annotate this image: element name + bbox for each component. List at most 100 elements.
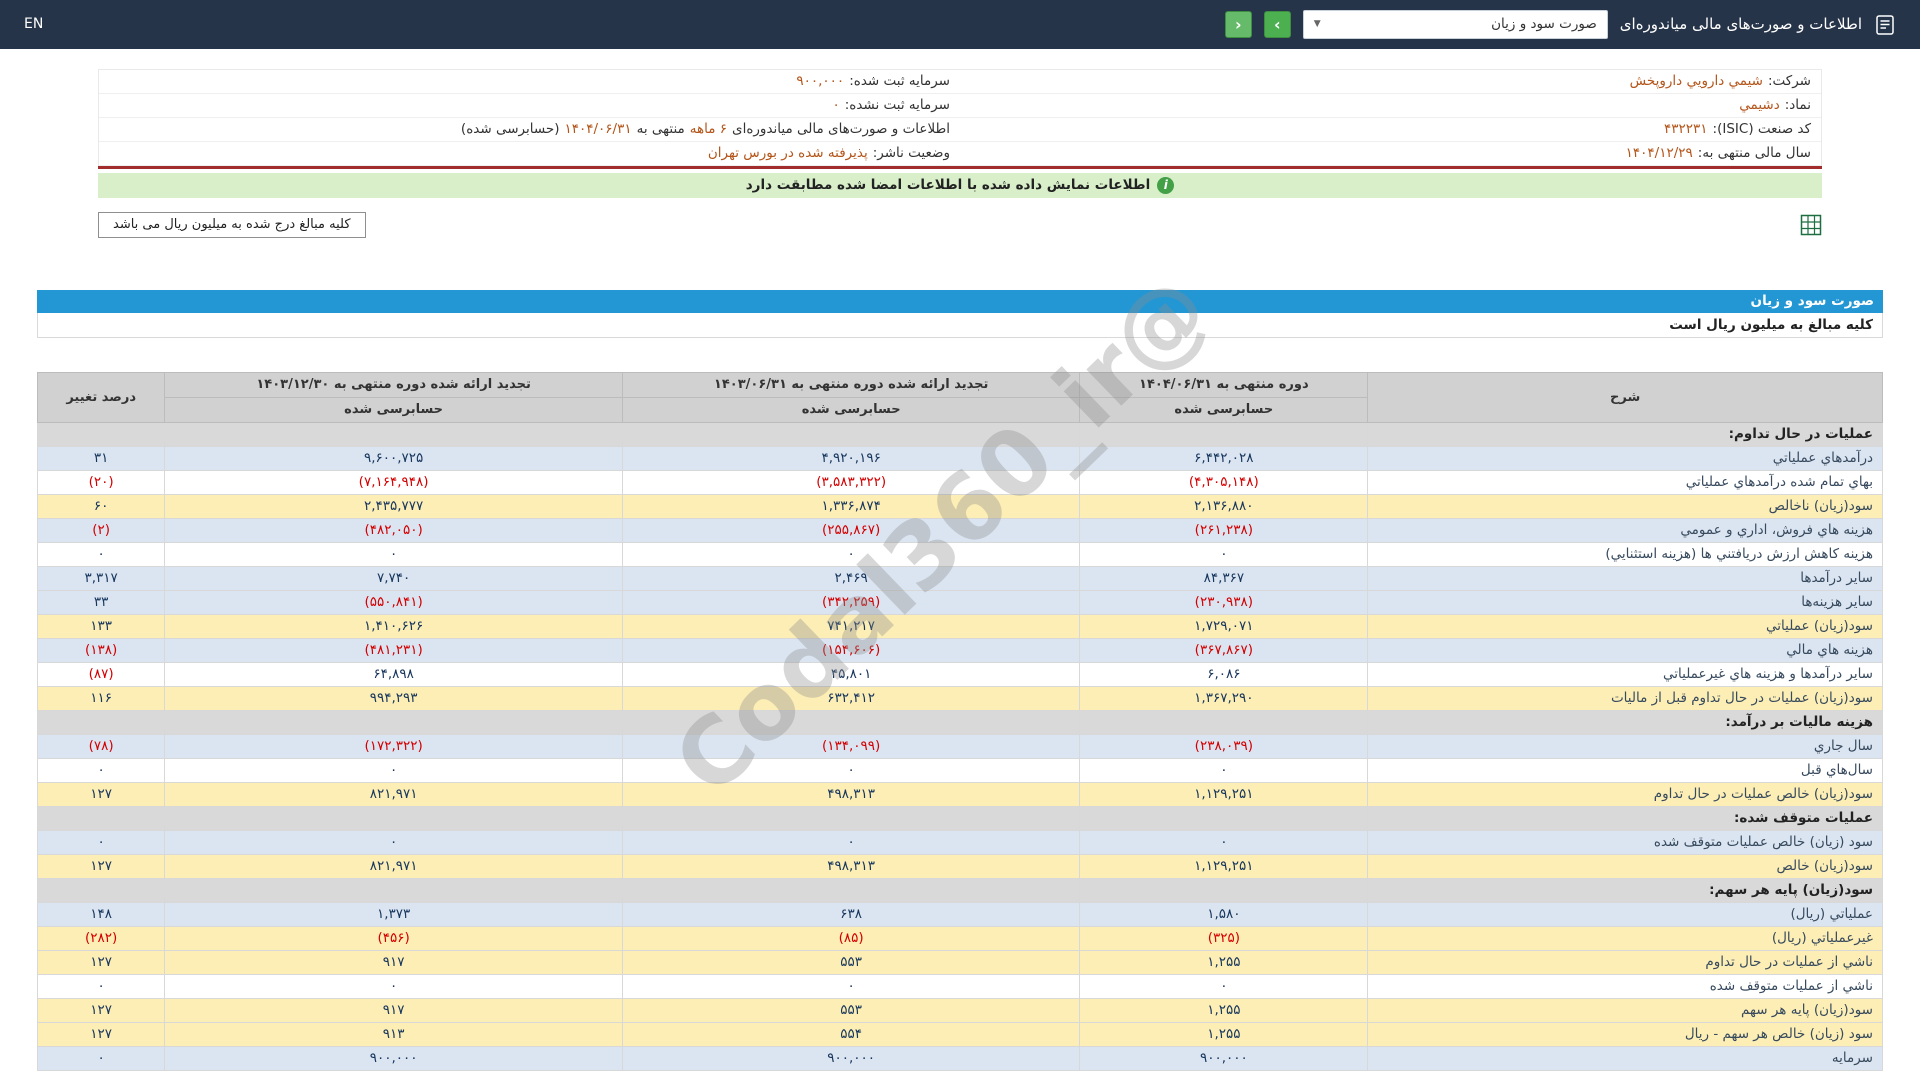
cell-value bbox=[621, 878, 1081, 904]
cell-value: (۴۸۲,۰۵۰) bbox=[164, 518, 623, 544]
language-toggle-en[interactable]: EN bbox=[24, 16, 43, 34]
cell-value: ۰ bbox=[36, 542, 166, 568]
statement-title-bar: صورت سود و زیان bbox=[37, 290, 1883, 314]
statement-tbody: عملیات در حال تداوم: درآمدهاي عملیاتي ۶,۴۴… bbox=[36, 422, 1883, 1072]
cell-value: ۸۲۱,۹۷۱ bbox=[164, 782, 623, 808]
row-label: هزینه مالیات بر درآمد: bbox=[1367, 710, 1883, 736]
row-label: سود(زیان) خالص عملیات در حال تداوم bbox=[1367, 782, 1883, 808]
cell-value: ۱۲۷ bbox=[36, 998, 166, 1024]
row-label: سود(زیان) پایه هر سهم: bbox=[1367, 878, 1883, 904]
section-row: عملیات متوقف شده: bbox=[36, 806, 1883, 832]
cell-value: (۳۲۵) bbox=[1079, 926, 1369, 952]
cell-value: (۱۷۲,۳۲۲) bbox=[164, 734, 623, 760]
row-label: سایر درآمدها bbox=[1367, 566, 1883, 592]
cell-value: (۴,۳۰۵,۱۴۸) bbox=[1079, 470, 1369, 496]
cell-value: (۲۶۱,۲۳۸) bbox=[1079, 518, 1369, 544]
cell-value: ۰ bbox=[36, 1046, 166, 1072]
table-row: ناشي از عملیات در حال تداوم ۱,۲۵۵ ۵۵۳ ۹۱۷ ۱۲… bbox=[36, 950, 1883, 976]
cell-value: ۱۱۶ bbox=[36, 686, 166, 712]
period-text-2: منتهی به bbox=[636, 121, 685, 138]
cell-value: ۸۲۱,۹۷۱ bbox=[164, 854, 623, 880]
cell-value bbox=[621, 422, 1081, 448]
subheader-audited-3: حسابرسی شده bbox=[164, 397, 623, 424]
row-label: سال جاري bbox=[1367, 734, 1883, 760]
report-type-select[interactable]: صورت سود و زیان ▼ bbox=[1302, 10, 1608, 39]
cell-value: ۱,۳۷۳ bbox=[164, 902, 623, 928]
cell-value: ۱,۲۵۵ bbox=[1079, 950, 1369, 976]
cell-value: ۶۳۲,۴۱۲ bbox=[621, 686, 1081, 712]
cell-value bbox=[1079, 878, 1369, 904]
company-info-table: شرکت: شیمي دارویي داروپخش سرمایه ثبت شده… bbox=[98, 69, 1822, 166]
registered-capital-value: ۹۰۰,۰۰۰ bbox=[796, 73, 845, 90]
cell-value: (۲۰) bbox=[36, 470, 166, 496]
cell-value: ۵۵۴ bbox=[621, 1022, 1081, 1048]
cell-value bbox=[1079, 422, 1369, 448]
listing-status-value: پذیرفته شده در بورس تهران bbox=[707, 145, 868, 162]
cell-value: ۷,۷۴۰ bbox=[164, 566, 623, 592]
info-row-fiscal-year: سال مالی منتهی به: ۱۴۰۴/۱۲/۲۹ bbox=[960, 142, 1821, 166]
info-row-isic: کد صنعت (ISIC): ۴۳۲۲۳۱ bbox=[960, 118, 1821, 142]
table-row: سود (زیان) خالص عملیات متوقف شده ۰ ۰ ۰ ۰ bbox=[36, 830, 1883, 856]
table-row: سایر درآمدها ۸۴,۳۶۷ ۲,۴۶۹ ۷,۷۴۰ ۳,۳۱۷ bbox=[36, 566, 1883, 592]
cell-value: ۹۰۰,۰۰۰ bbox=[164, 1046, 623, 1072]
table-row: سود(زیان) خالص ۱,۱۲۹,۲۵۱ ۴۹۸,۳۱۳ ۸۲۱,۹۷۱ ۱۲۷ bbox=[36, 854, 1883, 880]
cell-value: ۱,۱۲۹,۲۵۱ bbox=[1079, 782, 1369, 808]
isic-label: کد صنعت (ISIC): bbox=[1712, 121, 1811, 138]
table-row: بهاي تمام شده درآمدهاي عملیاتي (۴,۳۰۵,۱۴۸… bbox=[36, 470, 1883, 496]
cell-value: ۴۹۸,۳۱۳ bbox=[621, 782, 1081, 808]
cell-value: (۴۸۱,۲۳۱) bbox=[164, 638, 623, 664]
cell-value: ۰ bbox=[164, 974, 623, 1000]
row-label: سایر درآمدها و هزینه هاي غیرعملیاتي bbox=[1367, 662, 1883, 688]
period-text-1: اطلاعات و صورت‌های مالی میاندوره‌ای bbox=[732, 121, 950, 138]
table-row: هزینه هاي مالي (۳۶۷,۸۶۷) (۱۵۴,۶۰۶) (۴۸۱,۲۳۱… bbox=[36, 638, 1883, 664]
cell-value: ۹۱۳ bbox=[164, 1022, 623, 1048]
cell-value bbox=[1079, 710, 1369, 736]
table-header-row: شرح دوره منتهی به ۱۴۰۴/۰۶/۳۱ تجدید ارائه… bbox=[36, 372, 1883, 424]
next-report-button[interactable]: › bbox=[1263, 11, 1291, 38]
cell-value bbox=[1079, 806, 1369, 832]
cell-value: ۰ bbox=[1079, 758, 1369, 784]
row-label: عملیات متوقف شده: bbox=[1367, 806, 1883, 832]
cell-value: ۷۴۱,۲۱۷ bbox=[621, 614, 1081, 640]
report-file-icon bbox=[1874, 14, 1896, 36]
info-row-registered-capital: سرمایه ثبت شده: ۹۰۰,۰۰۰ bbox=[99, 70, 960, 94]
row-label: غیرعملیاتي (ریال) bbox=[1367, 926, 1883, 952]
cell-value: ۶۰ bbox=[36, 494, 166, 520]
cell-value: ۱۲۷ bbox=[36, 950, 166, 976]
table-row: سایر هزینه‌ها (۲۳۰,۹۳۸) (۳۴۲,۲۵۹) (۵۵۰,۸۴۱)… bbox=[36, 590, 1883, 616]
info-row-listing-status: وضعیت ناشر: پذیرفته شده در بورس تهران bbox=[99, 142, 960, 166]
excel-export-icon[interactable] bbox=[1800, 214, 1822, 236]
table-row: سود (زیان) خالص هر سهم - ریال ۱,۲۵۵ ۵۵۴ ۹۱۳… bbox=[36, 1022, 1883, 1048]
table-row: سود(زیان) خالص عملیات در حال تداوم ۱,۱۲۹,… bbox=[36, 782, 1883, 808]
row-label: هزینه هاي مالي bbox=[1367, 638, 1883, 664]
cell-value bbox=[164, 710, 623, 736]
subheader-audited-2: حسابرسی شده bbox=[621, 397, 1081, 424]
table-row: هزینه هاي فروش، اداري و عمومي (۲۶۱,۲۳۸) (۲… bbox=[36, 518, 1883, 544]
table-row: سال‌هاي قبل ۰ ۰ ۰ ۰ bbox=[36, 758, 1883, 784]
cell-value: ۰ bbox=[164, 830, 623, 856]
cell-value: ۱,۴۱۰,۶۲۶ bbox=[164, 614, 623, 640]
note-row: کلیه مبالغ درج شده به میلیون ریال می باش… bbox=[98, 212, 1822, 239]
row-label: سود (زیان) خالص عملیات متوقف شده bbox=[1367, 830, 1883, 856]
cell-value: ۱۲۷ bbox=[36, 782, 166, 808]
cell-value: ۳,۳۱۷ bbox=[36, 566, 166, 592]
prev-report-button[interactable]: ‹ bbox=[1224, 11, 1252, 38]
cell-value bbox=[164, 422, 623, 448]
table-row: عملیاتي (ریال) ۱,۵۸۰ ۶۳۸ ۱,۳۷۳ ۱۴۸ bbox=[36, 902, 1883, 928]
cell-value: ۰ bbox=[621, 974, 1081, 1000]
period-months: ۶ ماهه bbox=[689, 121, 728, 138]
cell-value: ۱,۷۲۹,۰۷۱ bbox=[1079, 614, 1369, 640]
table-row: سود(زیان) ناخالص ۲,۱۳۶,۸۸۰ ۱,۳۳۶,۸۷۴ ۲,۴۳۵,… bbox=[36, 494, 1883, 520]
cell-value: ۱۲۷ bbox=[36, 854, 166, 880]
table-row: سود(زیان) عملیاتي ۱,۷۲۹,۰۷۱ ۷۴۱,۲۱۷ ۱,۴۱۰,۶… bbox=[36, 614, 1883, 640]
row-label: سود(زیان) ناخالص bbox=[1367, 494, 1883, 520]
cell-value: ۶,۰۸۶ bbox=[1079, 662, 1369, 688]
cell-value: ۰ bbox=[621, 542, 1081, 568]
company-label: شرکت: bbox=[1768, 73, 1811, 90]
row-label: سود(زیان) پایه هر سهم bbox=[1367, 998, 1883, 1024]
cell-value: ۶۳۸ bbox=[621, 902, 1081, 928]
cell-value: (۸۷) bbox=[36, 662, 166, 688]
cell-value: ۰ bbox=[621, 758, 1081, 784]
info-row-symbol: نماد: دشیمي bbox=[960, 94, 1821, 118]
cell-value: ۱,۲۵۵ bbox=[1079, 998, 1369, 1024]
